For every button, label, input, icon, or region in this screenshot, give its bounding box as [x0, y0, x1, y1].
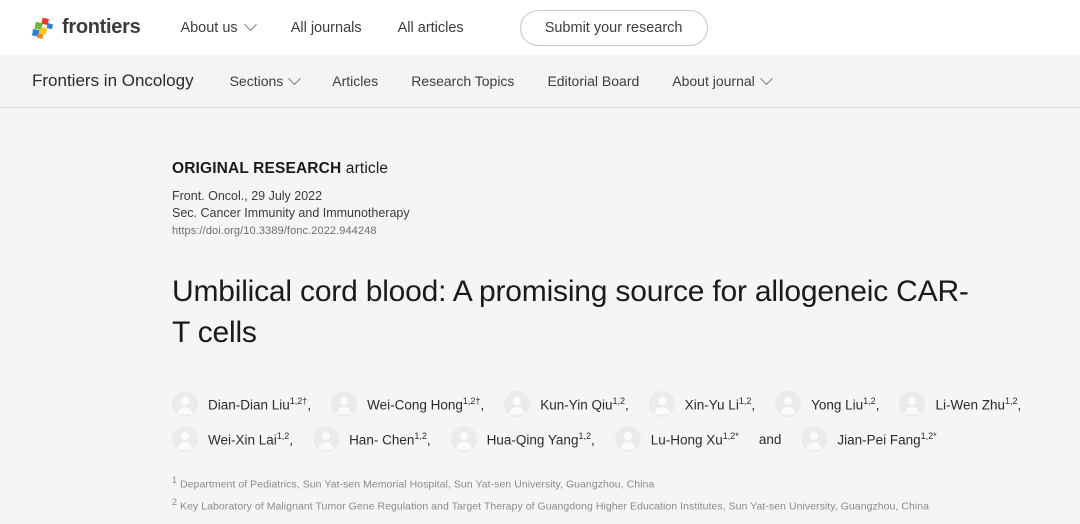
article-doi-link[interactable]: https://doi.org/10.3389/fonc.2022.944248 [172, 225, 972, 237]
journal-title-link[interactable]: Frontiers in Oncology [32, 71, 194, 91]
journalnav-label: Editorial Board [547, 73, 640, 89]
article-section: Sec. Cancer Immunity and Immunotherapy [172, 206, 410, 220]
journal-and-date: Front. Oncol., 29 July 2022 [172, 189, 323, 203]
journalnav-item-articles[interactable]: Articles [332, 73, 378, 89]
journalnav-item-about-journal[interactable]: About journal [672, 71, 773, 89]
journalnav-label: Articles [332, 73, 379, 89]
frontiers-logo-icon [32, 17, 54, 39]
topnav-item-all-journals[interactable]: All journals [291, 20, 362, 36]
journalnav-item-research-topics[interactable]: Research Topics [411, 73, 514, 89]
author-affiliation-marker: 1,2 [612, 395, 626, 406]
topnav-item-all-articles[interactable]: All articles [398, 20, 464, 36]
author-entry[interactable]: Kun-Yin Qiu1,2, [504, 391, 629, 417]
avatar [648, 391, 675, 417]
author-affiliation-marker: 1,2 [414, 430, 427, 441]
journal-navigation-bar: Frontiers in Oncology Sections Articles … [0, 55, 1080, 108]
topnav-item-about-us[interactable]: About us [180, 18, 257, 36]
topnav-label: All journals [290, 19, 362, 36]
author-affiliation-marker: 1,2* [920, 430, 937, 441]
avatar [504, 391, 531, 417]
author-affiliation-marker: 1,2† [289, 395, 308, 406]
avatar [313, 426, 340, 452]
submit-your-research-button[interactable]: Submit your research [519, 9, 708, 46]
avatar [801, 426, 828, 452]
affiliation-item: 2 Key Laboratory of Malignant Tumor Gene… [172, 494, 972, 516]
page-title: Umbilical cord blood: A promising source… [172, 275, 969, 349]
author-affiliation-marker: 1,2 [1004, 395, 1018, 406]
author-list: Dian-Dian Liu1,2†, Wei-Cong Hong1,2†, Kun-… [172, 391, 1021, 452]
top-navigation-bar: frontiers About us All journals All arti… [0, 0, 1080, 55]
affiliation-text: Key Laboratory of Malignant Tumor Gene R… [180, 500, 930, 512]
affiliation-marker: 2 [172, 496, 178, 507]
author-entry[interactable]: Xin-Yu Li1,2, [648, 391, 755, 417]
chevron-down-icon [243, 18, 257, 32]
avatar [614, 426, 641, 452]
article-type-prefix: ORIGINAL RESEARCH [172, 160, 342, 177]
author-name[interactable]: Hua-Qing Yang1,2, [487, 431, 595, 448]
journalnav-label: Sections [229, 73, 284, 89]
avatar [331, 391, 358, 417]
avatar [450, 426, 477, 452]
author-name[interactable]: Wei-Cong Hong1,2†, [367, 396, 484, 413]
journalnav-label: About journal [672, 73, 755, 89]
author-entry[interactable]: Dian-Dian Liu1,2†, [172, 391, 311, 417]
frontiers-logo-link[interactable]: frontiers [32, 16, 141, 39]
topnav-label: About us [180, 19, 238, 36]
article-type-suffix: article [341, 160, 389, 177]
journalnav-item-editorial-board[interactable]: Editorial Board [547, 73, 639, 89]
author-entry[interactable]: Hua-Qing Yang1,2, [450, 426, 595, 452]
author-entry[interactable]: Jian-Pei Fang1,2* [801, 426, 937, 452]
chevron-down-icon [759, 71, 773, 85]
author-name[interactable]: Yong Liu1,2, [811, 396, 879, 413]
author-name[interactable]: Wei-Xin Lai1,2, [208, 431, 293, 448]
author-affiliation-marker: 1,2 [578, 430, 591, 441]
top-nav-links: About us All journals All articles [180, 18, 499, 36]
author-name[interactable]: Dian-Dian Liu1,2†, [208, 396, 311, 413]
avatar [775, 391, 802, 417]
author-affiliation-marker: 1,2 [863, 395, 876, 406]
frontiers-logo-svg [32, 17, 54, 39]
author-name[interactable]: Xin-Yu Li1,2, [685, 396, 755, 413]
author-row: Wei-Xin Lai1,2, Han- Chen1,2, Hua-Qing Yan… [172, 426, 972, 452]
journalnav-label: Research Topics [411, 73, 515, 89]
avatar [899, 391, 926, 417]
affiliation-text: Department of Pediatrics, Sun Yat-sen Me… [180, 478, 655, 491]
author-name[interactable]: Lu-Hong Xu1,2* [651, 431, 739, 448]
author-entry[interactable]: Lu-Hong Xu1,2* [614, 426, 739, 452]
topnav-label: All articles [397, 19, 464, 36]
avatar [172, 426, 198, 452]
article-content-area: ORIGINAL RESEARCH article Front. Oncol.,… [0, 108, 1080, 524]
author-conjunction: and [758, 431, 782, 447]
article-type-label: ORIGINAL RESEARCH article [172, 160, 972, 178]
brand-name: frontiers [62, 16, 141, 38]
chevron-down-icon [288, 71, 302, 85]
author-entry[interactable]: Wei-Cong Hong1,2†, [331, 391, 484, 417]
author-entry[interactable]: Li-Wen Zhu1,2, [899, 391, 1021, 417]
article-header: ORIGINAL RESEARCH article Front. Oncol.,… [172, 160, 1021, 515]
affiliation-item: 1 Department of Pediatrics, Sun Yat-sen … [172, 472, 972, 494]
author-row: Dian-Dian Liu1,2†, Wei-Cong Hong1,2†, Kun-… [172, 391, 1021, 417]
author-name[interactable]: Han- Chen1,2, [349, 431, 431, 448]
author-entry[interactable]: Wei-Xin Lai1,2, [172, 426, 293, 452]
author-affiliation-marker: 1,2 [738, 395, 752, 406]
journalnav-item-sections[interactable]: Sections [229, 71, 302, 89]
author-name[interactable]: Jian-Pei Fang1,2* [837, 431, 936, 448]
author-entry[interactable]: Han- Chen1,2, [313, 426, 431, 452]
author-name[interactable]: Li-Wen Zhu1,2, [935, 396, 1021, 413]
author-affiliation-marker: 1,2† [462, 395, 481, 406]
affiliation-list: 1 Department of Pediatrics, Sun Yat-sen … [172, 472, 972, 515]
avatar [172, 391, 198, 417]
affiliation-marker: 1 [172, 475, 178, 485]
author-affiliation-marker: 1,2 [276, 430, 290, 441]
author-name[interactable]: Kun-Yin Qiu1,2, [540, 396, 629, 413]
author-affiliation-marker: 1,2* [722, 430, 739, 441]
author-entry[interactable]: Yong Liu1,2, [775, 391, 879, 417]
